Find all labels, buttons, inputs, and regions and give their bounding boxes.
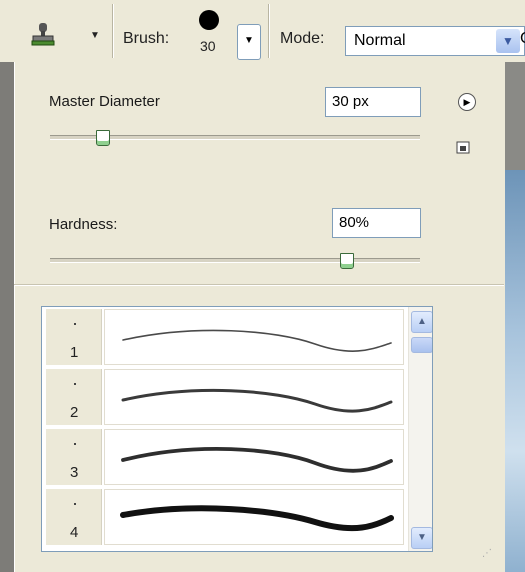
stroke-preview xyxy=(104,309,404,365)
preset-dot xyxy=(74,443,76,445)
scroll-up-arrow-icon[interactable]: ▲ xyxy=(411,311,432,333)
preset-size-cell: 3 xyxy=(46,429,102,485)
preset-row[interactable]: 1 xyxy=(42,307,408,365)
stroke-preview xyxy=(104,429,404,485)
mode-label: Mode: xyxy=(280,30,325,47)
master-diameter-label: Master Diameter xyxy=(49,93,160,110)
scroll-down-arrow-icon[interactable]: ▼ xyxy=(411,527,432,549)
separator xyxy=(112,4,114,58)
chevron-down-icon[interactable]: ▼ xyxy=(496,29,520,53)
preset-size-cell: 1 xyxy=(46,309,102,365)
workspace-edge xyxy=(0,62,14,572)
preset-list-scrollbar[interactable]: ▲ ▼ xyxy=(408,307,432,551)
master-diameter-slider-thumb[interactable] xyxy=(95,130,110,146)
chevron-down-icon: ▼ xyxy=(244,35,254,46)
brush-preview-dot[interactable] xyxy=(199,10,219,30)
preset-size-cell: 2 xyxy=(46,369,102,425)
stamp-icon[interactable] xyxy=(30,22,56,48)
brush-picker-button[interactable]: ▼ xyxy=(237,24,261,60)
stroke-preview xyxy=(104,369,404,425)
divider xyxy=(14,284,504,286)
brush-preset-list: 1 2 3 4 ▲ ▼ xyxy=(41,306,433,552)
brush-label: Brush: xyxy=(123,30,170,47)
hardness-slider[interactable] xyxy=(50,258,420,263)
brush-size: 30 xyxy=(200,38,216,54)
preset-row[interactable]: 2 xyxy=(42,367,408,425)
mode-value: Normal xyxy=(354,32,406,49)
new-preset-icon[interactable] xyxy=(456,140,472,154)
hardness-slider-thumb[interactable] xyxy=(340,253,354,269)
stroke-preview xyxy=(104,489,404,545)
master-diameter-value: 30 px xyxy=(332,93,369,110)
preset-row[interactable]: 4 xyxy=(42,487,408,545)
master-diameter-input[interactable]: 30 px xyxy=(325,87,421,117)
mode-select[interactable]: Normal ▼ xyxy=(345,26,525,56)
canvas-edge xyxy=(504,62,525,572)
tool-preset-dropdown-icon[interactable]: ▼ xyxy=(90,30,100,41)
preset-size-label: 1 xyxy=(70,344,79,361)
preset-size-cell: 4 xyxy=(46,489,102,545)
preset-size-label: 2 xyxy=(70,404,79,421)
resize-grip-icon[interactable]: ⋰ xyxy=(482,548,493,559)
preset-row[interactable]: 3 xyxy=(42,427,408,485)
hardness-value: 80% xyxy=(339,214,370,231)
separator xyxy=(268,4,270,58)
preset-size-label: 3 xyxy=(70,464,79,481)
scrollbar-thumb[interactable] xyxy=(411,337,432,353)
preset-size-label: 4 xyxy=(70,524,79,541)
preset-dot xyxy=(74,503,76,505)
flyout-menu-arrow-icon[interactable]: ▶ xyxy=(458,93,476,111)
opacity-label-fragment: C xyxy=(520,30,525,48)
options-bar: ▼ Brush: 30 ▼ Mode: Normal ▼ C xyxy=(0,0,525,63)
preset-dot xyxy=(74,323,76,325)
hardness-input[interactable]: 80% xyxy=(332,208,421,238)
preset-dot xyxy=(74,383,76,385)
hardness-label: Hardness: xyxy=(49,216,118,233)
